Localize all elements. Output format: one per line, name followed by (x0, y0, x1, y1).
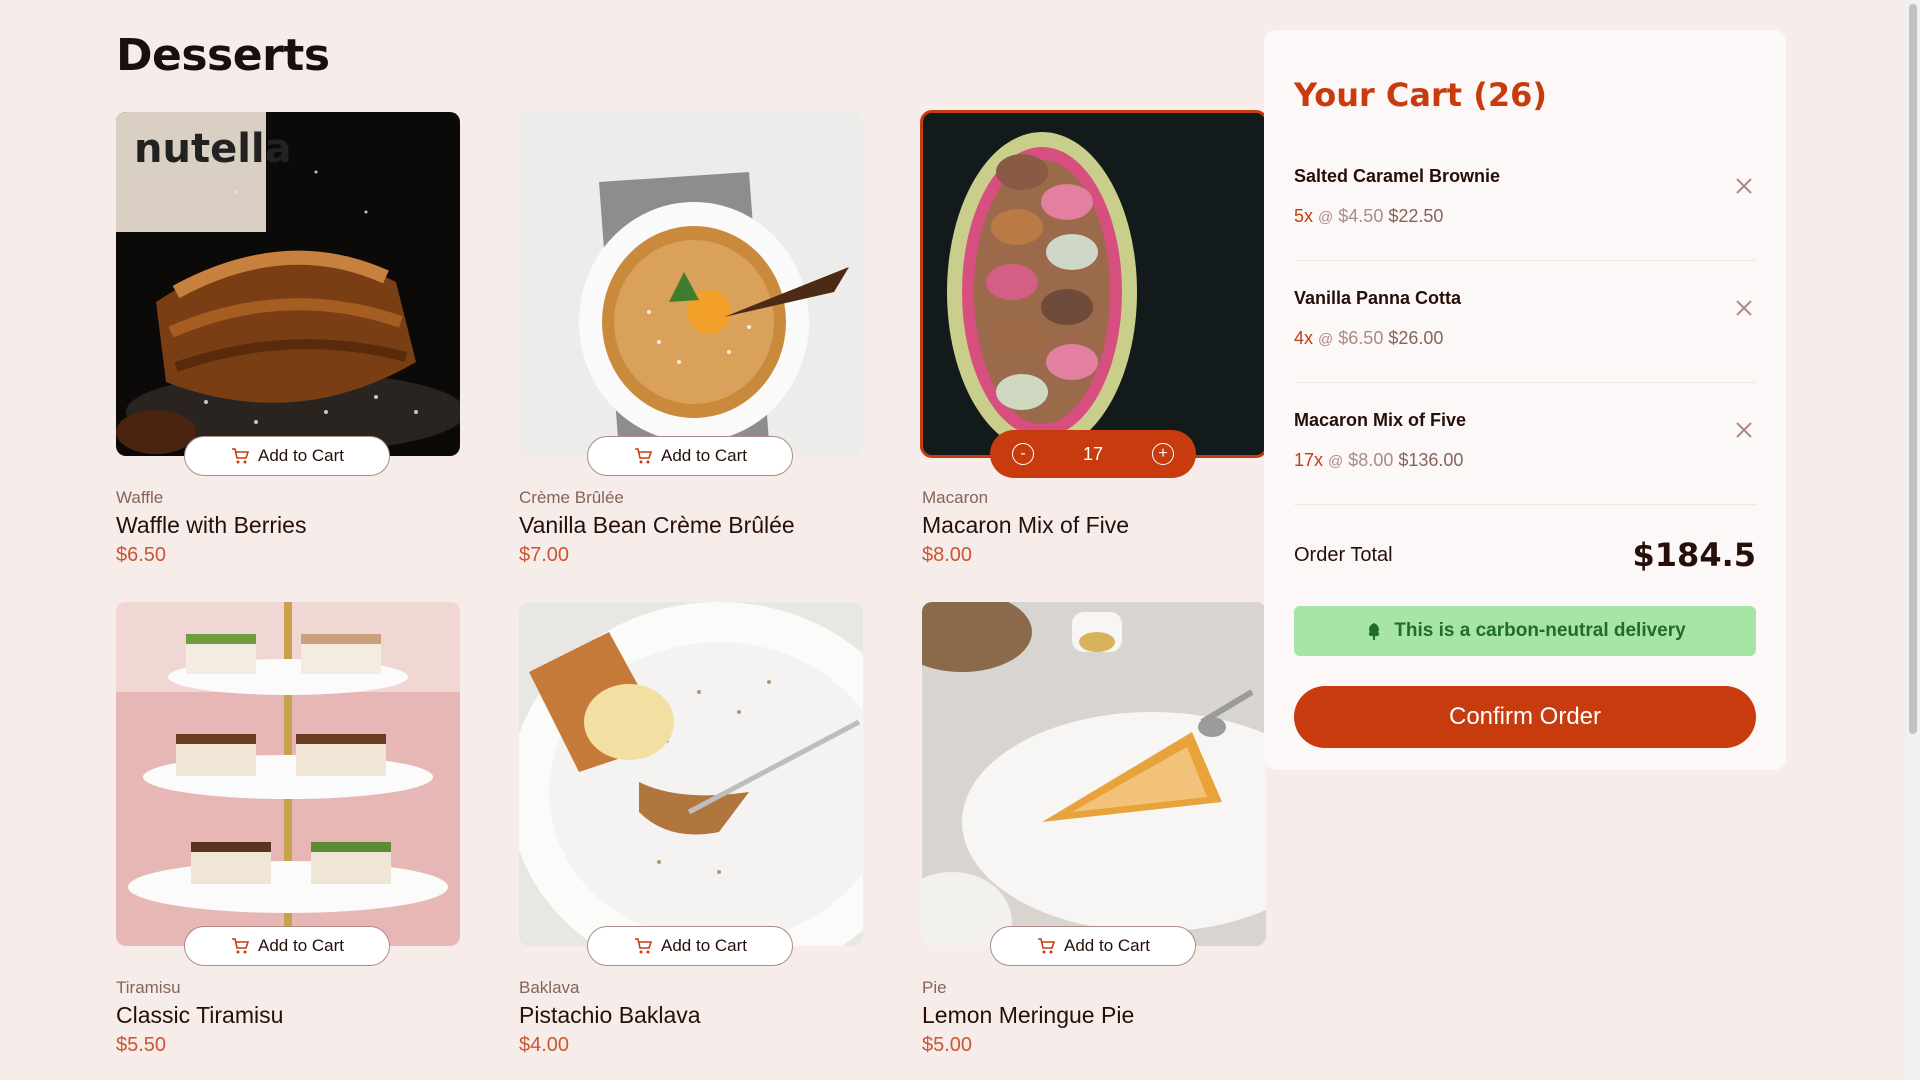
decrement-button[interactable]: - (1012, 443, 1034, 465)
add-to-cart-label: Add to Cart (661, 446, 747, 465)
product-card: Add to Cart Tiramisu Classic Tiramisu $5… (116, 602, 460, 1072)
product-name: Vanilla Bean Crème Brûlée (519, 512, 795, 538)
cart-item-line-total: $26.00 (1388, 328, 1444, 348)
product-image-macaron (920, 110, 1268, 458)
product-price: $4.00 (519, 1034, 570, 1056)
cart-item-name: Macaron Mix of Five (1294, 410, 1467, 430)
close-icon (1736, 178, 1752, 194)
cart-item-line-total: $22.50 (1388, 206, 1444, 226)
cart-title: Your Cart (26) (1294, 76, 1547, 114)
product-image-tiramisu (116, 602, 460, 946)
remove-item-button[interactable] (1732, 174, 1756, 198)
svg-text:nutella: nutella (134, 126, 292, 172)
tree-icon (1369, 623, 1380, 640)
add-to-cart-label: Add to Cart (258, 936, 344, 955)
product-image-creme-brulee (519, 112, 863, 456)
cart-item-qty: 17x (1294, 450, 1324, 470)
product-name: Classic Tiramisu (116, 1002, 284, 1028)
product-category: Baklava (519, 978, 580, 997)
cart-panel: Your Cart (26) Salted Caramel Brownie 5x… (1264, 30, 1786, 770)
product-image-baklava (519, 602, 863, 946)
carbon-neutral-banner: This is a carbon-neutral delivery (1294, 606, 1756, 656)
cart-item: Salted Caramel Brownie 5x @ $4.50 $22.50 (1294, 152, 1756, 261)
cart-item-qty: 4x (1294, 328, 1314, 348)
product-name: Pistachio Baklava (519, 1002, 701, 1028)
page-scrollbar[interactable] (1906, 0, 1920, 1080)
cart-item-name: Vanilla Panna Cotta (1294, 288, 1462, 308)
page-title: Desserts (116, 30, 330, 81)
remove-item-button[interactable] (1732, 296, 1756, 320)
product-card: Add to Cart Baklava Pistachio Baklava $4… (519, 602, 863, 1072)
confirm-order-button[interactable]: Confirm Order (1294, 686, 1756, 748)
product-name: Lemon Meringue Pie (922, 1002, 1135, 1028)
product-grid: nutella Add to Cart Waffle Waffle with B… (116, 110, 1268, 1072)
add-to-cart-label: Add to Cart (1064, 936, 1150, 955)
carbon-neutral-text: This is a carbon-neutral delivery (1394, 620, 1686, 641)
quantity-stepper[interactable]: - 17 + (990, 430, 1196, 478)
cart-item-at: @ (1328, 453, 1344, 470)
add-to-cart-button[interactable]: Add to Cart (184, 436, 390, 476)
cart-item-unit-price: $8.00 (1348, 450, 1394, 470)
cart-item-qty: 5x (1294, 206, 1314, 226)
product-price: $5.00 (922, 1034, 973, 1056)
product-category: Tiramisu (116, 978, 181, 997)
add-to-cart-button[interactable]: Add to Cart (587, 436, 793, 476)
product-price: $7.00 (519, 544, 570, 566)
product-category: Waffle (116, 488, 164, 507)
cart-item-at: @ (1318, 209, 1334, 226)
product-price: $5.50 (116, 1034, 167, 1056)
product-name: Macaron Mix of Five (922, 512, 1130, 538)
cart-item: Macaron Mix of Five 17x @ $8.00 $136.00 (1294, 396, 1756, 505)
cart-icon (635, 448, 653, 464)
remove-item-button[interactable] (1732, 418, 1756, 442)
scrollbar-thumb[interactable] (1909, 4, 1917, 734)
cart-icon (1038, 938, 1056, 954)
quantity-value: 17 (1082, 443, 1104, 464)
product-category: Pie (922, 978, 947, 997)
add-to-cart-label: Add to Cart (258, 446, 344, 465)
product-name: Waffle with Berries (116, 512, 307, 538)
cart-item-line-total: $136.00 (1398, 450, 1464, 470)
product-category: Crème Brûlée (519, 488, 624, 507)
product-card: Add to Cart Pie Lemon Meringue Pie $5.00 (922, 602, 1266, 1072)
product-card: Add to Cart Crème Brûlée Vanilla Bean Cr… (519, 112, 863, 582)
add-to-cart-label: Add to Cart (661, 936, 747, 955)
cart-item-at: @ (1318, 331, 1334, 348)
product-image-waffle: nutella (116, 112, 460, 456)
cart-item-unit-price: $6.50 (1338, 328, 1384, 348)
product-card: nutella Add to Cart Waffle Waffle with B… (116, 112, 460, 582)
close-icon (1736, 422, 1752, 438)
order-total-label: Order Total (1294, 544, 1393, 566)
cart-item-meta: 17x @ $8.00 $136.00 (1294, 450, 1463, 471)
cart-item-meta: 4x @ $6.50 $26.00 (1294, 328, 1443, 349)
close-icon (1736, 300, 1752, 316)
add-to-cart-button[interactable]: Add to Cart (587, 926, 793, 966)
increment-button[interactable]: + (1152, 443, 1174, 465)
cart-item-meta: 5x @ $4.50 $22.50 (1294, 206, 1443, 227)
add-to-cart-button[interactable]: Add to Cart (990, 926, 1196, 966)
add-to-cart-button[interactable]: Add to Cart (184, 926, 390, 966)
product-category: Macaron (922, 488, 989, 507)
cart-icon (635, 938, 653, 954)
cart-icon (232, 448, 250, 464)
cart-item: Vanilla Panna Cotta 4x @ $6.50 $26.00 (1294, 274, 1756, 383)
product-price: $8.00 (922, 544, 973, 566)
product-price: $6.50 (116, 544, 167, 566)
order-total-value: $184.5 (1632, 536, 1756, 574)
cart-item-unit-price: $4.50 (1338, 206, 1384, 226)
product-card-selected: - 17 + Macaron Macaron Mix of Five $8.00 (920, 110, 1268, 582)
cart-item-name: Salted Caramel Brownie (1294, 166, 1501, 186)
cart-icon (232, 938, 250, 954)
product-image-pie (922, 602, 1266, 946)
